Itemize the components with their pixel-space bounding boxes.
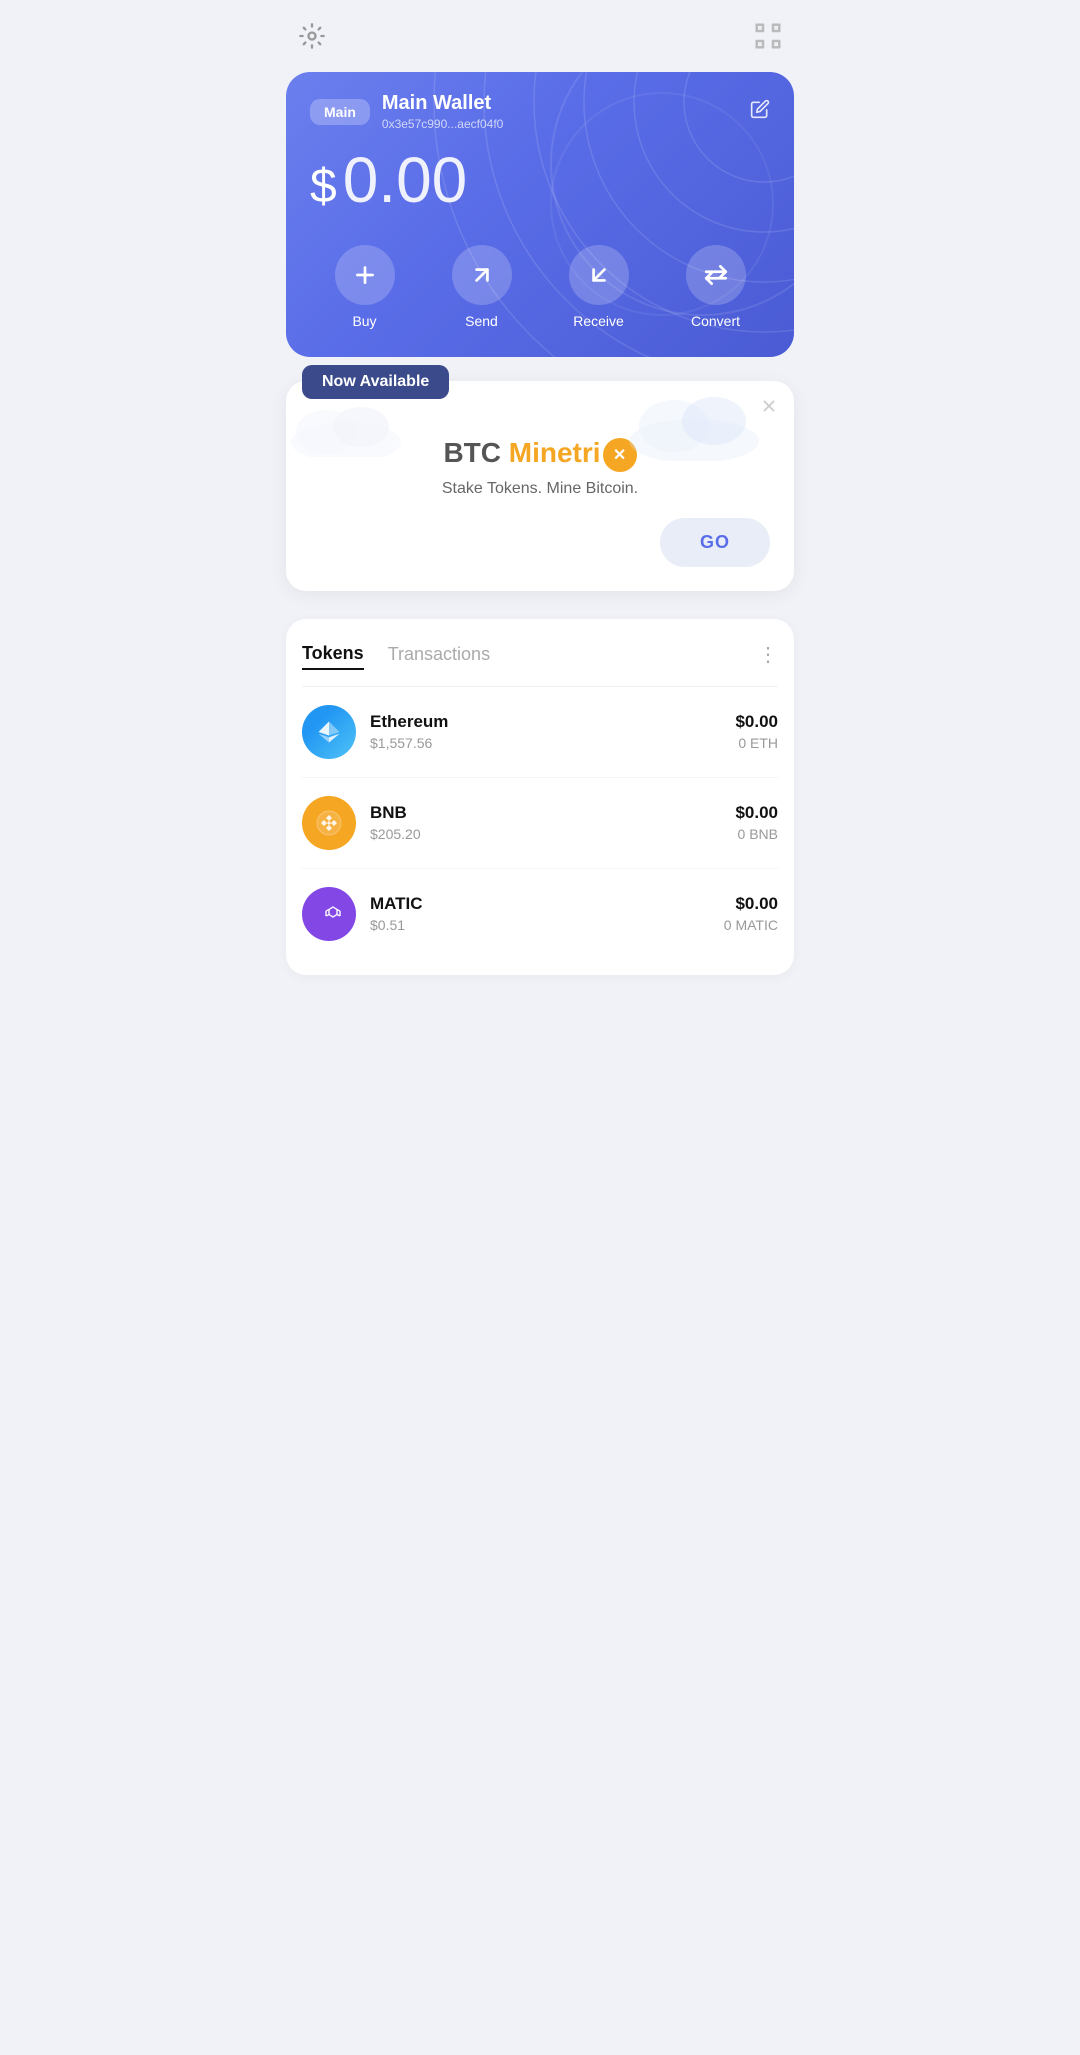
- wallet-address: 0x3e57c990...aecf04f0: [382, 117, 503, 131]
- bnb-name: BNB: [370, 803, 721, 823]
- settings-icon[interactable]: [294, 18, 330, 54]
- tokens-tabs: Tokens Transactions ⋮: [302, 619, 778, 687]
- edit-icon[interactable]: [750, 99, 770, 124]
- action-buttons: Buy Send Receive: [310, 245, 770, 329]
- currency-symbol: $: [310, 159, 337, 214]
- bnb-amount: 0 BNB: [735, 826, 778, 842]
- wallet-name: Main Wallet: [382, 92, 503, 115]
- promo-btc-text: BTC: [443, 437, 501, 468]
- receive-icon: [569, 245, 629, 305]
- convert-label: Convert: [691, 313, 740, 329]
- send-icon: [452, 245, 512, 305]
- eth-name: Ethereum: [370, 712, 721, 732]
- promo-close-button[interactable]: [760, 397, 778, 420]
- wallet-card: Main Main Wallet 0x3e57c990...aecf04f0 $…: [286, 72, 794, 357]
- matic-price: $0.51: [370, 917, 710, 933]
- token-list: Ethereum $1,557.56 $0.00 0 ETH: [302, 687, 778, 975]
- bnb-balance: $0.00 0 BNB: [735, 803, 778, 842]
- bnb-info: BNB $205.20: [370, 803, 721, 842]
- buy-label: Buy: [352, 313, 376, 329]
- matic-icon: [302, 887, 356, 941]
- promo-section: Now Available BTC Minetri✕ Stake Tokens.…: [286, 381, 794, 591]
- balance-row: $ 0.00: [310, 143, 770, 217]
- matic-usd: $0.00: [724, 894, 778, 914]
- bnb-icon: [302, 796, 356, 850]
- promo-brand-text: Minetri: [509, 437, 601, 468]
- eth-balance: $0.00 0 ETH: [735, 712, 778, 751]
- scan-icon[interactable]: [750, 18, 786, 54]
- eth-price: $1,557.56: [370, 735, 721, 751]
- top-bar: [270, 0, 810, 64]
- matic-name: MATIC: [370, 894, 710, 914]
- tokens-section: Tokens Transactions ⋮ Ethereum $1,557.56…: [286, 619, 794, 975]
- bnb-price: $205.20: [370, 826, 721, 842]
- buy-button[interactable]: Buy: [335, 245, 395, 329]
- receive-label: Receive: [573, 313, 624, 329]
- tab-tokens[interactable]: Tokens: [302, 639, 364, 670]
- token-item-bnb[interactable]: BNB $205.20 $0.00 0 BNB: [302, 778, 778, 869]
- tab-more-icon[interactable]: ⋮: [758, 642, 778, 667]
- convert-icon: [686, 245, 746, 305]
- bnb-usd: $0.00: [735, 803, 778, 823]
- buy-icon: [335, 245, 395, 305]
- receive-button[interactable]: Receive: [569, 245, 629, 329]
- now-available-badge: Now Available: [302, 365, 449, 399]
- eth-amount: 0 ETH: [735, 735, 778, 751]
- token-item-eth[interactable]: Ethereum $1,557.56 $0.00 0 ETH: [302, 687, 778, 778]
- matic-amount: 0 MATIC: [724, 917, 778, 933]
- send-label: Send: [465, 313, 498, 329]
- main-badge: Main: [310, 99, 370, 125]
- go-button[interactable]: GO: [660, 518, 770, 567]
- eth-info: Ethereum $1,557.56: [370, 712, 721, 751]
- promo-card: BTC Minetri✕ Stake Tokens. Mine Bitcoin.…: [286, 381, 794, 591]
- tab-transactions[interactable]: Transactions: [388, 640, 490, 669]
- eth-icon: [302, 705, 356, 759]
- convert-button[interactable]: Convert: [686, 245, 746, 329]
- matic-balance: $0.00 0 MATIC: [724, 894, 778, 933]
- balance-amount: 0.00: [343, 143, 468, 217]
- token-item-matic[interactable]: MATIC $0.51 $0.00 0 MATIC: [302, 869, 778, 959]
- card-header: Main Main Wallet 0x3e57c990...aecf04f0: [310, 92, 770, 131]
- eth-usd: $0.00: [735, 712, 778, 732]
- promo-subtitle: Stake Tokens. Mine Bitcoin.: [310, 480, 770, 498]
- send-button[interactable]: Send: [452, 245, 512, 329]
- matic-info: MATIC $0.51: [370, 894, 710, 933]
